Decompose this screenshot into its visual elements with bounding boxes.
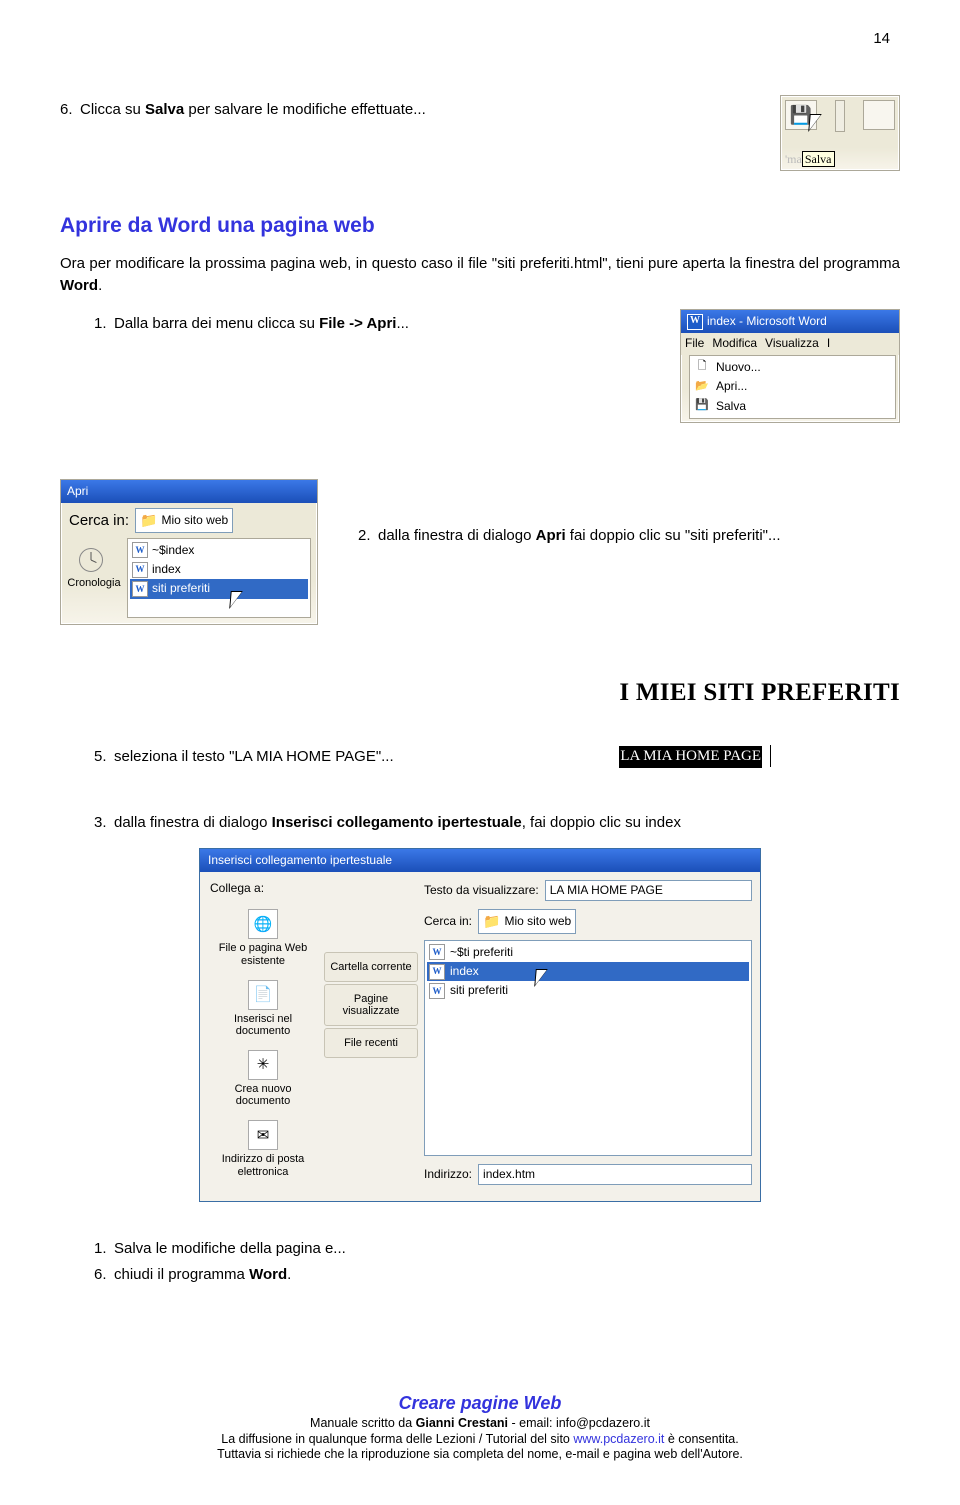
label-testo-visualizzare: Testo da visualizzare: [424, 882, 539, 899]
section-paragraph: Ora per modificare la prossima pagina we… [60, 253, 900, 297]
sidebar-item-email: ✉Indirizzo di posta elettronica [208, 1114, 318, 1184]
list-item: W~$index [130, 541, 308, 560]
step-text: Salva le modifiche della pagina e... [114, 1238, 900, 1260]
step-number: 3. [94, 812, 114, 834]
doc-heading: I MIEI SITI PREFERITI [619, 675, 900, 711]
list-item: Windex [130, 560, 308, 579]
label-collega-a: Collega a: [208, 878, 318, 903]
footer-link: www.pcdazero.it [573, 1432, 664, 1446]
cursor-icon [230, 591, 244, 611]
selected-text: LA MIA HOME PAGE [619, 746, 762, 768]
doc-icon: W [429, 964, 445, 980]
input-indirizzo: index.htm [478, 1164, 752, 1185]
step-number: 5. [94, 746, 114, 768]
cursor-icon [809, 114, 823, 134]
closing-step-1: 1. Salva le modifiche della pagina e... [94, 1238, 900, 1260]
open-icon: 📂 [694, 379, 710, 395]
tab-cartella-corrente: Cartella corrente [324, 952, 418, 982]
step-number: 6. [94, 1264, 114, 1286]
screenshot-apri-dialog: Apri Cerca in: 📁Mio sito web Cronologia [60, 479, 318, 625]
sidebar-item-file-esistente: 🌐File o pagina Web esistente [208, 903, 318, 973]
footer-title: Creare pagine Web [60, 1392, 900, 1415]
label-indirizzo: Indirizzo: [424, 1166, 472, 1183]
menu-item-nuovo: Nuovo... [716, 359, 761, 376]
folder-icon: 📁 [483, 911, 500, 931]
doc-icon: W [132, 562, 148, 578]
section-heading: Aprire da Word una pagina web [60, 211, 900, 241]
page-footer: Creare pagine Web Manuale scritto da Gia… [60, 1392, 900, 1463]
screenshot-save-button: 💾 'maSalva [780, 95, 900, 171]
list-item: Wsiti preferiti [427, 981, 749, 1000]
dialog-title: Inserisci collegamento ipertestuale [200, 849, 760, 872]
step-number: 1. [94, 1238, 114, 1260]
step-text: dalla finestra di dialogo Apri fai doppi… [378, 525, 900, 547]
step-text: Dalla barra dei menu clicca su File -> A… [114, 313, 650, 335]
list-item: W~$ti preferiti [427, 943, 749, 962]
footer-line-1: Manuale scritto da Gianni Crestani - ema… [60, 1416, 900, 1432]
closing-step-6: 6. chiudi il programma Word. [94, 1264, 900, 1286]
folder-icon: 📁 [140, 510, 157, 530]
word-app-icon: W [687, 314, 703, 330]
save-icon: 💾 [694, 398, 710, 414]
document-page: 14 6. Clicca su Salva per salvare le mod… [0, 0, 960, 1505]
content: 6. Clicca su Salva per salvare le modifi… [60, 95, 900, 1285]
step-5-line: 5. seleziona il testo "LA MIA HOME PAGE"… [94, 746, 394, 768]
new-icon: 🗋 [694, 359, 710, 375]
step-number: 6. [60, 99, 80, 121]
step-6-line: 6. Clicca su Salva per salvare le modifi… [60, 99, 720, 121]
list-item-selected: Wsiti preferiti [130, 579, 308, 598]
step-2-line: 2. dalla finestra di dialogo Apri fai do… [358, 525, 900, 547]
menu-visualizza: Visualizza [765, 335, 819, 352]
cursor-icon [535, 969, 549, 989]
folder-dropdown: 📁Mio sito web [135, 508, 233, 532]
dialog-left-sidebar: Collega a: 🌐File o pagina Web esistente … [208, 878, 318, 1191]
doc-icon: W [429, 983, 445, 999]
screenshot-text-selection: I MIEI SITI PREFERITI LA MIA HOME PAGE [619, 675, 900, 768]
sidebar-item-crea-nuovo: ✳Crea nuovo documento [208, 1044, 318, 1114]
file-dropdown: 🗋 Nuovo... 📂 Apri... 💾 Salva [689, 355, 896, 419]
footer-line-3: Tuttavia si richiede che la riproduzione… [60, 1447, 900, 1463]
tab-pagine-visualizzate: Pagine visualizzate [324, 984, 418, 1026]
step-text: Clicca su Salva per salvare le modifiche… [80, 99, 720, 121]
step-text: dalla finestra di dialogo Inserisci coll… [114, 812, 900, 834]
label-cronologia: Cronologia [61, 572, 121, 594]
menu-item-apri: Apri... [716, 378, 747, 395]
doc-icon: W [132, 542, 148, 558]
step-3-line: 3. dalla finestra di dialogo Inserisci c… [94, 812, 900, 834]
step-number: 1. [94, 313, 114, 335]
dialog-title: Apri [67, 483, 88, 500]
footer-line-2: La diffusione in qualunque forma delle L… [60, 1432, 900, 1448]
file-list: W~$ti preferiti Windex Wsiti preferiti [424, 940, 752, 1156]
screenshot-word-menu: W index - Microsoft Word File Modifica V… [680, 309, 900, 423]
folder-dropdown: 📁Mio sito web [478, 909, 576, 933]
sidebar-item-inserisci-doc: 📄Inserisci nel documento [208, 974, 318, 1044]
input-testo: LA MIA HOME PAGE [545, 880, 752, 901]
text-caret-icon [770, 745, 773, 767]
step-1-line: 1. Dalla barra dei menu clicca su File -… [94, 313, 650, 335]
screenshot-hyperlink-dialog: Inserisci collegamento ipertestuale Coll… [199, 848, 761, 1202]
list-item-selected: Windex [427, 962, 749, 981]
window-title: index - Microsoft Word [707, 313, 827, 330]
doc-icon: W [132, 581, 148, 597]
tab-file-recenti: File recenti [324, 1028, 418, 1058]
history-icon [79, 548, 103, 572]
menu-more: I [827, 335, 830, 352]
step-text: chiudi il programma Word. [114, 1264, 900, 1286]
step-text: seleziona il testo "LA MIA HOME PAGE"... [114, 746, 394, 768]
label-cerca-in: Cerca in: [69, 510, 129, 532]
step-number: 2. [358, 525, 378, 547]
menu-modifica: Modifica [712, 335, 757, 352]
tooltip-salva: Salva [802, 151, 835, 167]
doc-icon: W [429, 944, 445, 960]
menu-file: File [685, 335, 704, 352]
menu-item-salva: Salva [716, 398, 746, 415]
label-cerca-in: Cerca in: [424, 913, 472, 930]
page-number: 14 [873, 30, 890, 47]
